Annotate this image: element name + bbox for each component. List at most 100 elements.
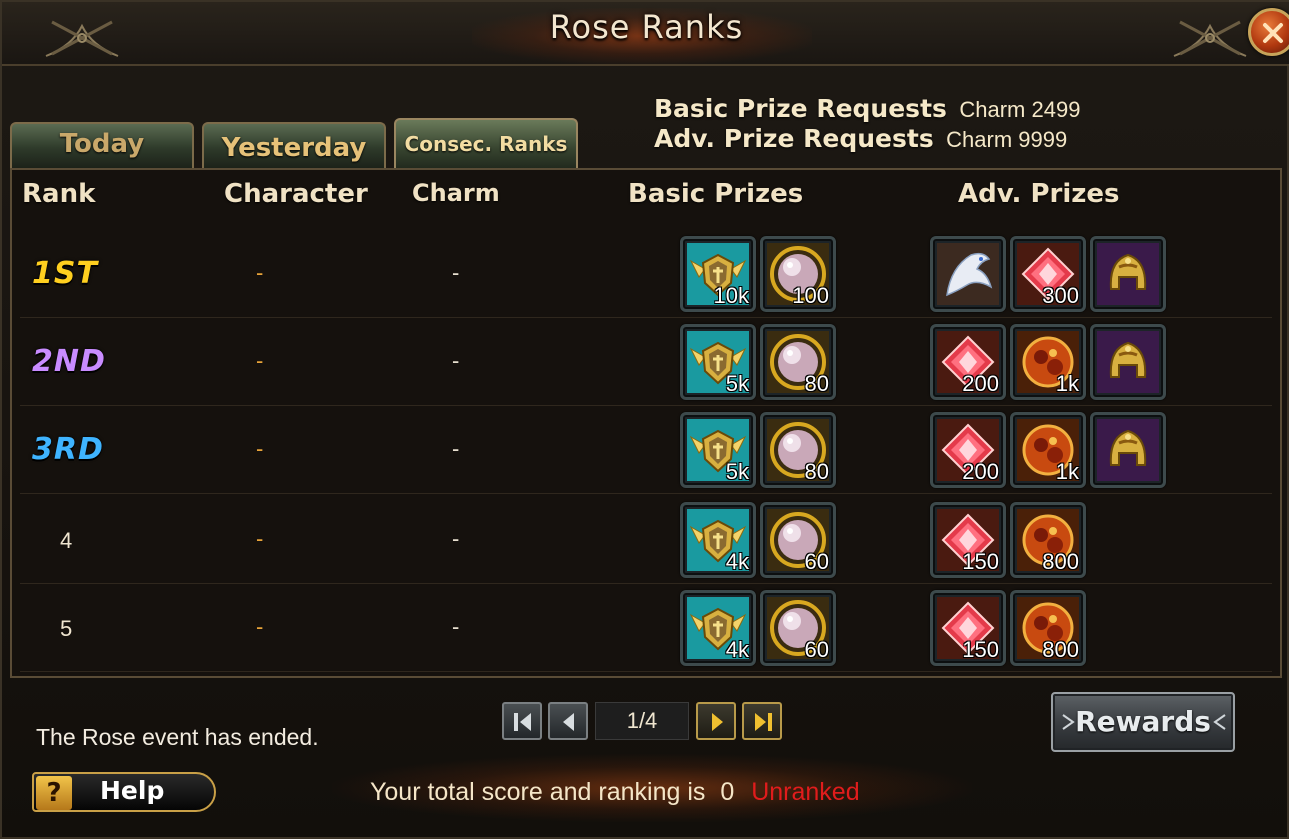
- prize-quantity: 60: [804, 637, 829, 662]
- prize-quantity: 150: [962, 549, 999, 574]
- question-mark-icon: ?: [36, 776, 72, 810]
- prize-quantity: 200: [962, 459, 999, 484]
- column-header-rank: Rank: [22, 179, 96, 209]
- ranking-row: 5 - - 4k 60 150 800: [20, 584, 1272, 672]
- prize-slot[interactable]: 4k: [680, 590, 756, 666]
- adv-request-label: Adv. Prize Requests: [654, 124, 934, 153]
- rank-label: 2ND: [32, 344, 106, 379]
- prize-slot[interactable]: 5k: [680, 412, 756, 488]
- prize-quantity: 4k: [725, 637, 749, 662]
- prize-quantity: 80: [804, 371, 829, 396]
- character-name: -: [256, 436, 264, 461]
- column-header-adv-prizes: Adv. Prizes: [958, 179, 1120, 209]
- prize-slot[interactable]: [1090, 412, 1166, 488]
- next-page-button[interactable]: [696, 702, 736, 740]
- prize-slot[interactable]: 60: [760, 502, 836, 578]
- help-button[interactable]: ? Help: [32, 772, 216, 812]
- prize-quantity: 10k: [713, 283, 749, 308]
- prize-slot[interactable]: 100: [760, 236, 836, 312]
- prev-page-icon: [563, 713, 574, 731]
- column-header-charm: Charm: [412, 179, 500, 207]
- prize-quantity: 150: [962, 637, 999, 662]
- basic-prize-request: Basic Prize Requests Charm 2499: [654, 94, 1080, 124]
- prize-quantity: 60: [804, 549, 829, 574]
- score-value: 0: [720, 778, 735, 806]
- prize-quantity: 800: [1042, 549, 1079, 574]
- charm-value: -: [452, 436, 460, 461]
- prize-slot[interactable]: 60: [760, 590, 836, 666]
- character-name: -: [256, 614, 264, 639]
- basic-request-label: Basic Prize Requests: [654, 94, 947, 123]
- last-page-button[interactable]: [742, 702, 782, 740]
- prize-slot[interactable]: 80: [760, 412, 836, 488]
- title-bar: Rose Ranks: [2, 2, 1289, 66]
- tab-today[interactable]: Today: [10, 122, 194, 168]
- prize-quantity: 300: [1042, 283, 1079, 308]
- prize-slot[interactable]: 1k: [1010, 324, 1086, 400]
- help-label: Help: [100, 776, 165, 805]
- ranking-row: 4 - - 4k 60 150 800: [20, 496, 1272, 584]
- prize-slot[interactable]: 300: [1010, 236, 1086, 312]
- prize-slot[interactable]: 800: [1010, 590, 1086, 666]
- prize-slot[interactable]: 80: [760, 324, 836, 400]
- close-button[interactable]: [1248, 8, 1289, 56]
- prize-quantity: 4k: [725, 549, 749, 574]
- prize-slot[interactable]: [930, 236, 1006, 312]
- adv-request-value: Charm 9999: [946, 127, 1068, 152]
- prize-quantity: 100: [792, 283, 829, 308]
- rank-label: 5: [60, 616, 73, 641]
- charm-value: -: [452, 260, 460, 285]
- prize-slot[interactable]: 150: [930, 590, 1006, 666]
- prize-slot[interactable]: [1090, 236, 1166, 312]
- basic-request-value: Charm 2499: [959, 97, 1081, 122]
- page-indicator: 1/4: [595, 702, 689, 740]
- first-page-button[interactable]: [502, 702, 542, 740]
- prize-quantity: 1k: [1055, 459, 1079, 484]
- score-text: Your total score and ranking is: [370, 778, 706, 806]
- prize-quantity: 800: [1042, 637, 1079, 662]
- ornament-right-icon: [1173, 20, 1247, 57]
- rank-label: 4: [60, 528, 73, 553]
- arrow-right-icon: [1062, 714, 1075, 730]
- window-title: Rose Ranks: [549, 8, 744, 46]
- prize-slot[interactable]: 5k: [680, 324, 756, 400]
- tab-yesterday[interactable]: Yesterday: [202, 122, 386, 168]
- tab-consec-ranks[interactable]: Consec. Ranks: [394, 118, 578, 168]
- prize-slot[interactable]: 4k: [680, 502, 756, 578]
- prize-quantity: 1k: [1055, 371, 1079, 396]
- arrow-left-icon: [1213, 714, 1226, 730]
- ranking-status: Unranked: [751, 778, 860, 806]
- prize-slot[interactable]: 10k: [680, 236, 756, 312]
- charm-value: -: [452, 526, 460, 551]
- prize-slot[interactable]: 200: [930, 412, 1006, 488]
- character-name: -: [256, 260, 264, 285]
- ranking-row: 3RD - - 5k 80 200 1k: [20, 406, 1272, 494]
- prize-requests: Basic Prize Requests Charm 2499 Adv. Pri…: [654, 94, 1080, 154]
- prize-quantity: 5k: [725, 371, 749, 396]
- prize-quantity: 80: [804, 459, 829, 484]
- prize-slot[interactable]: 800: [1010, 502, 1086, 578]
- rose-ranks-window: Rose Ranks Today Yesterday Consec. Ranks…: [0, 0, 1289, 839]
- prev-page-button[interactable]: [548, 702, 588, 740]
- prize-quantity: 200: [962, 371, 999, 396]
- character-name: -: [256, 526, 264, 551]
- rewards-button[interactable]: Rewards: [1051, 692, 1235, 752]
- prize-slot[interactable]: 150: [930, 502, 1006, 578]
- charm-value: -: [452, 614, 460, 639]
- character-name: -: [256, 348, 264, 373]
- score-line: Your total score and ranking is 0 Unrank…: [370, 778, 860, 807]
- prize-slot[interactable]: 200: [930, 324, 1006, 400]
- rewards-label: Rewards: [1075, 705, 1211, 738]
- ranking-row: 1ST - - 10k 100 300: [20, 230, 1272, 318]
- column-header-character: Character: [224, 179, 368, 209]
- charm-value: -: [452, 348, 460, 373]
- column-header-basic-prizes: Basic Prizes: [628, 179, 804, 209]
- prize-slot[interactable]: [1090, 324, 1166, 400]
- rank-label: 1ST: [32, 256, 98, 291]
- ranking-row: 2ND - - 5k 80 200 1k: [20, 318, 1272, 406]
- prize-slot[interactable]: 1k: [1010, 412, 1086, 488]
- prize-quantity: 5k: [725, 459, 749, 484]
- rank-label: 3RD: [32, 432, 104, 467]
- last-page-icon: [755, 713, 772, 731]
- next-page-icon: [712, 713, 723, 731]
